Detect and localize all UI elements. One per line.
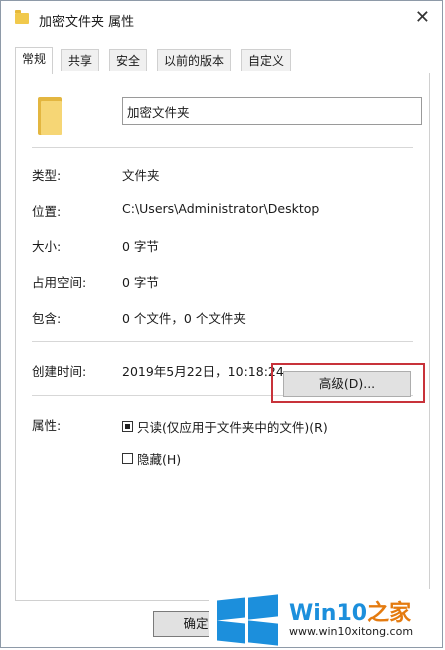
type-value: 文件夹 [122, 168, 160, 183]
created-value: 2019年5月22日，10:18:24 [122, 364, 284, 379]
created-label: 创建时间: [32, 364, 87, 379]
general-panel: 加密文件夹 类型: 文件夹 位置: C:\Users\Administrator… [15, 73, 430, 601]
tab-security[interactable]: 安全 [109, 49, 148, 71]
folder-name-field[interactable]: 加密文件夹 [122, 97, 422, 125]
folder-icon [38, 97, 62, 135]
hidden-checkbox[interactable]: 隐藏(H) [122, 449, 181, 468]
advanced-button[interactable]: 高级(D)... [283, 371, 411, 397]
readonly-label: 只读(仅应用于文件夹中的文件)(R) [137, 420, 328, 435]
hidden-label: 隐藏(H) [137, 452, 182, 467]
size-on-disk-value: 0 字节 [122, 275, 159, 290]
tab-sharing[interactable]: 共享 [61, 49, 100, 71]
location-value: C:\Users\Administrator\Desktop [122, 201, 320, 216]
watermark-brand-accent: 之家 [367, 601, 412, 626]
location-label: 位置: [32, 204, 62, 219]
tab-customize[interactable]: 自定义 [241, 49, 292, 71]
contains-value: 0 个文件，0 个文件夹 [122, 311, 246, 326]
tab-general[interactable]: 常规 [15, 47, 54, 74]
size-on-disk-label: 占用空间: [32, 275, 87, 290]
size-value: 0 字节 [122, 239, 159, 254]
watermark-url: www.win10xitong.com [289, 625, 414, 638]
divider [32, 147, 413, 148]
watermark-brand: Win10之家 [289, 595, 411, 627]
tab-strip: 常规 共享 安全 以前的版本 自定义 [15, 47, 430, 74]
contains-label: 包含: [32, 311, 62, 326]
close-button[interactable]: ✕ [415, 7, 430, 29]
attributes-label: 属性: [32, 418, 62, 433]
checkbox-checked-icon [122, 421, 133, 432]
watermark: Win10之家 www.win10xitong.com [209, 589, 442, 647]
windows-logo-icon [217, 594, 279, 646]
folder-icon [15, 10, 29, 24]
properties-dialog: 加密文件夹 属性 ✕ 常规 共享 安全 以前的版本 自定义 加密文件夹 类型: … [0, 0, 443, 648]
tab-previous-versions[interactable]: 以前的版本 [157, 49, 232, 71]
type-label: 类型: [32, 168, 62, 183]
watermark-brand-main: Win10 [289, 601, 368, 626]
size-label: 大小: [32, 239, 62, 254]
window-title: 加密文件夹 属性 [39, 15, 135, 30]
title-bar: 加密文件夹 属性 ✕ [1, 1, 442, 39]
readonly-checkbox[interactable]: 只读(仅应用于文件夹中的文件)(R) [122, 417, 328, 436]
checkbox-unchecked-icon [122, 453, 133, 464]
divider [32, 341, 413, 342]
